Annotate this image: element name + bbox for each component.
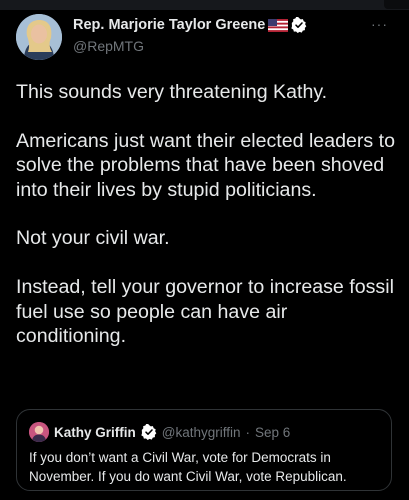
tweet-paragraph: Instead, tell your governor to increase … bbox=[16, 275, 394, 348]
verified-badge-icon bbox=[141, 423, 157, 440]
tweet-header: Rep. Marjorie Taylor Greene bbox=[73, 16, 307, 33]
tweet-body: This sounds very threatening Kathy. Amer… bbox=[16, 80, 396, 373]
top-bar bbox=[0, 0, 409, 10]
quoted-tweet-text: If you don’t want a Civil War, vote for … bbox=[29, 450, 347, 484]
more-options-icon[interactable]: ··· bbox=[371, 16, 388, 32]
flag-us-icon bbox=[268, 18, 289, 32]
quoted-tweet-header: Kathy Griffin @kathygriffin · Sep 6 bbox=[29, 422, 290, 442]
tweet-paragraph: This sounds very threatening Kathy. bbox=[16, 81, 328, 103]
tweet-paragraph: Americans just want their elected leader… bbox=[16, 129, 395, 201]
author-avatar[interactable] bbox=[16, 14, 62, 60]
author-handle[interactable]: @RepMTG bbox=[73, 38, 144, 54]
quoted-author-name[interactable]: Kathy Griffin bbox=[54, 425, 136, 440]
top-bar-tab bbox=[384, 0, 409, 9]
tweet-paragraph: Not your civil war. bbox=[16, 227, 170, 250]
author-name[interactable]: Rep. Marjorie Taylor Greene bbox=[73, 17, 265, 33]
separator-dot: · bbox=[245, 424, 251, 440]
quoted-author-handle[interactable]: @kathygriffin bbox=[162, 425, 241, 440]
quoted-author-avatar[interactable] bbox=[29, 422, 49, 442]
verified-badge-icon bbox=[291, 16, 307, 33]
quoted-tweet-date[interactable]: Sep 6 bbox=[255, 425, 290, 440]
quoted-tweet[interactable]: Kathy Griffin @kathygriffin · Sep 6 If y… bbox=[16, 409, 392, 491]
